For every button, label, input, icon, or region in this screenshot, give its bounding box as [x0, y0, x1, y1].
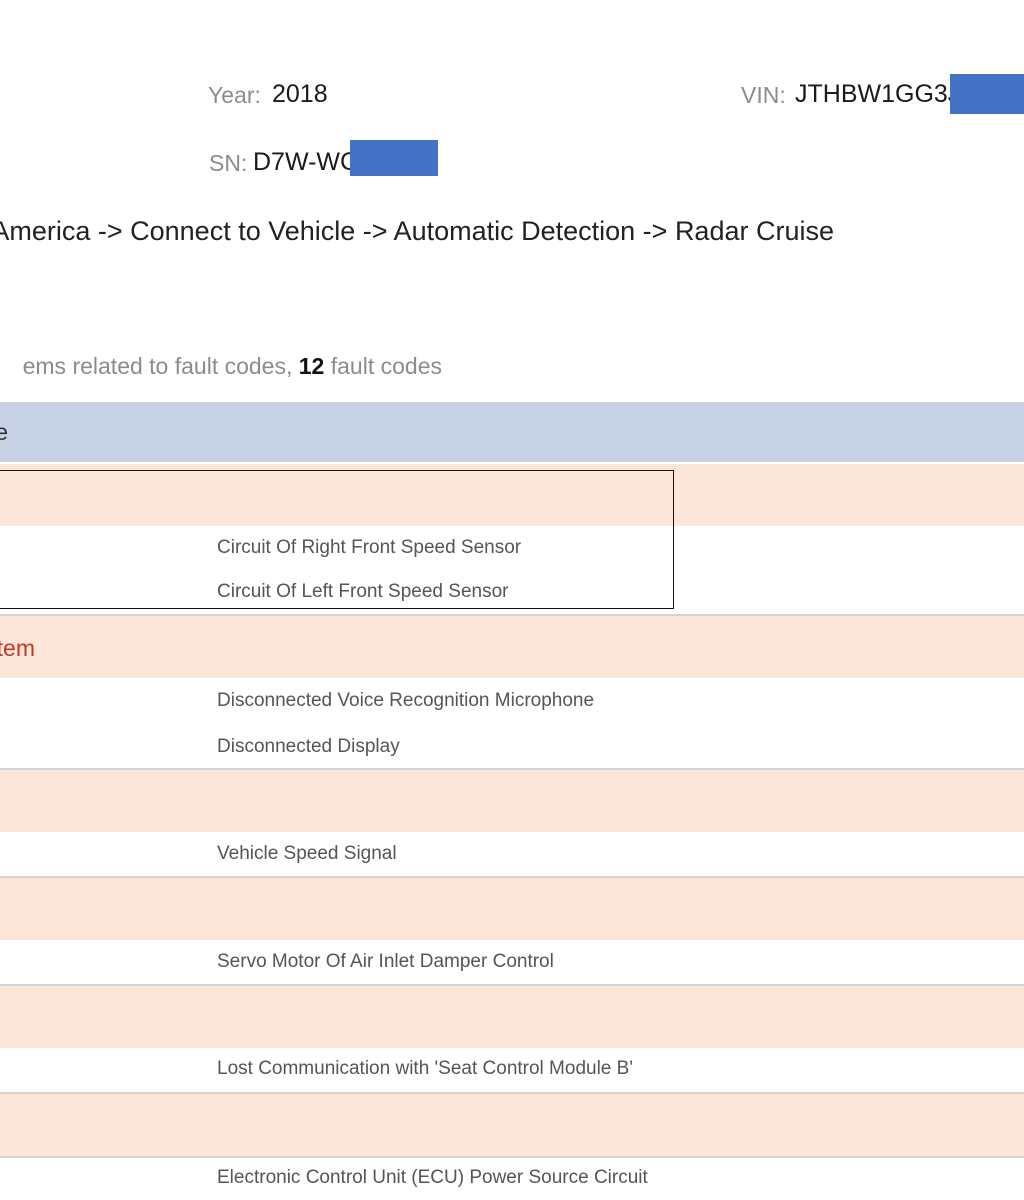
system-name: tem [0, 635, 35, 661]
breadcrumb: n America -> Connect to Vehicle -> Autom… [0, 212, 1024, 252]
system-row[interactable] [0, 986, 1024, 1048]
system-row[interactable]: tem [0, 616, 1024, 678]
fault-code-group: Lost Communication with 'Seat Control Mo… [0, 1048, 1024, 1092]
diagnostic-report-page: Year: 2018 VIN: JTHBW1GG3J SN: D7W-WC n … [0, 0, 1024, 1200]
fault-code-description: Disconnected Display [217, 736, 400, 757]
fault-code-description: Servo Motor Of Air Inlet Damper Control [217, 951, 554, 972]
fault-code-description: Circuit Of Left Front Speed Sensor [217, 581, 509, 602]
year-label: Year: [208, 82, 261, 108]
fault-count: 12 [298, 353, 325, 379]
year-value: 2018 [272, 80, 328, 108]
sn-label: SN: [209, 150, 248, 176]
table-header: e [0, 402, 1024, 462]
system-row[interactable] [0, 770, 1024, 832]
vin-redaction [950, 74, 1024, 114]
fault-summary: ems related to fault codes, 12 fault cod… [0, 348, 1024, 384]
summary-suffix: fault codes [324, 353, 442, 379]
fault-code-group: Electronic Control Unit (ECU) Power Sour… [0, 1158, 1024, 1200]
table-header-label: e [0, 419, 8, 445]
breadcrumb-path: n America -> Connect to Vehicle -> Autom… [0, 216, 834, 246]
vin-label: VIN: [741, 82, 786, 108]
fault-code-description: Disconnected Voice Recognition Microphon… [217, 690, 595, 711]
summary-prefix: ems related to fault codes, [22, 353, 299, 379]
sn-value: D7W-WC [253, 148, 359, 176]
fault-code-description: Electronic Control Unit (ECU) Power Sour… [217, 1167, 648, 1188]
fault-code-description: Lost Communication with 'Seat Control Mo… [217, 1058, 633, 1079]
system-row[interactable] [0, 878, 1024, 940]
vin-value: JTHBW1GG3J [795, 80, 961, 108]
fault-code-group: Vehicle Speed Signal [0, 832, 1024, 876]
fault-code-description: Circuit Of Right Front Speed Sensor [217, 537, 522, 558]
fault-code-group: Servo Motor Of Air Inlet Damper Control [0, 940, 1024, 984]
system-row[interactable] [0, 1094, 1024, 1156]
fault-code-description: Vehicle Speed Signal [217, 843, 397, 864]
fault-code-group: Circuit Of Right Front Speed Sensor Circ… [0, 526, 1024, 614]
system-row[interactable] [0, 464, 1024, 526]
fault-code-group: Disconnected Voice Recognition Microphon… [0, 678, 1024, 768]
sn-redaction [350, 140, 438, 176]
